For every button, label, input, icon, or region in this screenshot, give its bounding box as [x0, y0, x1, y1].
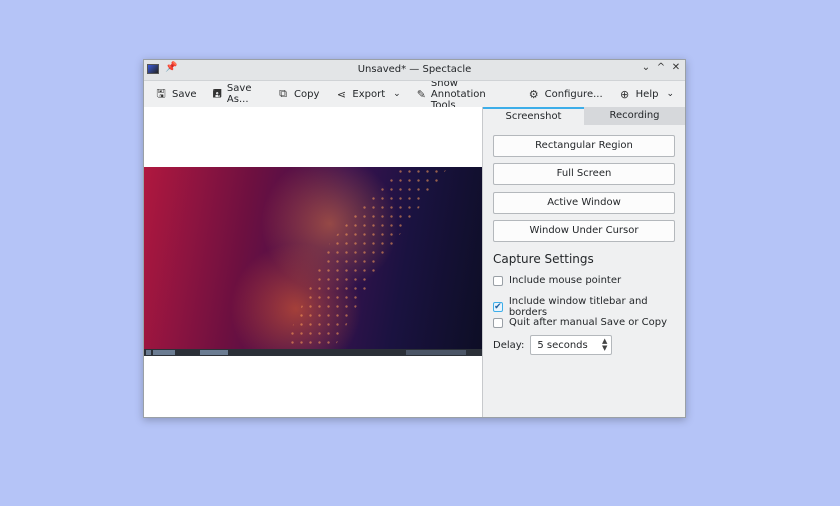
wallpaper-pattern	[279, 167, 449, 356]
save-icon: 🖫	[156, 86, 166, 100]
window-under-cursor-button[interactable]: Window Under Cursor	[493, 220, 675, 242]
capture-settings-heading: Capture Settings	[493, 252, 594, 266]
copy-icon: ⧉	[279, 87, 287, 100]
mouse-pointer-option[interactable]: Include mouse pointer	[493, 275, 621, 286]
save-as-button[interactable]: 🖪 Save As...	[208, 83, 267, 105]
chevron-down-icon: ⌄	[393, 89, 401, 99]
full-screen-button[interactable]: Full Screen	[493, 163, 675, 185]
save-button[interactable]: 🖫 Save	[150, 83, 202, 105]
settings-icon: ⚙	[528, 87, 539, 101]
copy-button[interactable]: ⧉ Copy	[272, 83, 324, 105]
titlebar-borders-checkbox[interactable]: ✔	[493, 302, 503, 312]
capture-panel: Screenshot Recording Rectangular Region …	[483, 107, 685, 417]
spectacle-window: 📌 Unsaved* — Spectacle ⌄ ^ ✕ 🖫 Save 🖪 Sa…	[143, 59, 686, 418]
save-as-icon: 🖪	[212, 86, 222, 100]
close-icon[interactable]: ✕	[671, 62, 681, 73]
delay-value: 5 seconds	[537, 339, 588, 351]
delay-label: Delay:	[493, 339, 525, 351]
annotation-tools-button[interactable]: ✎ Show Annotation Tools	[412, 78, 517, 111]
help-icon: ⊕	[620, 87, 630, 101]
delay-row: Delay: 5 seconds ▲ ▼	[493, 335, 613, 355]
screenshot-preview[interactable]	[144, 107, 483, 417]
share-icon: ⋖	[336, 87, 347, 101]
window-title: Unsaved* — Spectacle	[357, 64, 472, 75]
tab-screenshot[interactable]: Screenshot	[483, 107, 584, 125]
delay-spinbox[interactable]: 5 seconds ▲ ▼	[530, 335, 613, 355]
screenshot-image	[144, 167, 482, 356]
tab-recording[interactable]: Recording	[584, 107, 685, 125]
active-window-button[interactable]: Active Window	[493, 192, 675, 214]
minimize-icon[interactable]: ⌄	[641, 62, 651, 73]
annotate-icon: ✎	[416, 87, 426, 101]
titlebar: 📌 Unsaved* — Spectacle ⌄ ^ ✕	[144, 60, 685, 81]
export-button[interactable]: ⋖ Export ⌄	[330, 83, 405, 105]
rectangular-region-button[interactable]: Rectangular Region	[493, 135, 675, 157]
titlebar-borders-option[interactable]: ✔ Include window titlebar and borders	[493, 296, 685, 318]
maximize-icon[interactable]: ^	[656, 62, 666, 73]
quit-after-save-option[interactable]: Quit after manual Save or Copy	[493, 317, 667, 328]
quit-after-save-checkbox[interactable]	[493, 317, 503, 328]
help-button[interactable]: ⊕ Help ⌄	[614, 83, 679, 105]
toolbar: 🖫 Save 🖪 Save As... ⧉ Copy ⋖ Export ⌄ ✎ …	[144, 78, 685, 111]
chevron-down-icon: ⌄	[666, 89, 674, 99]
configure-button[interactable]: ⚙ Configure...	[523, 83, 608, 105]
mouse-pointer-checkbox[interactable]	[493, 275, 503, 286]
spin-down-icon[interactable]: ▼	[602, 345, 607, 352]
preview-taskbar	[144, 349, 482, 356]
